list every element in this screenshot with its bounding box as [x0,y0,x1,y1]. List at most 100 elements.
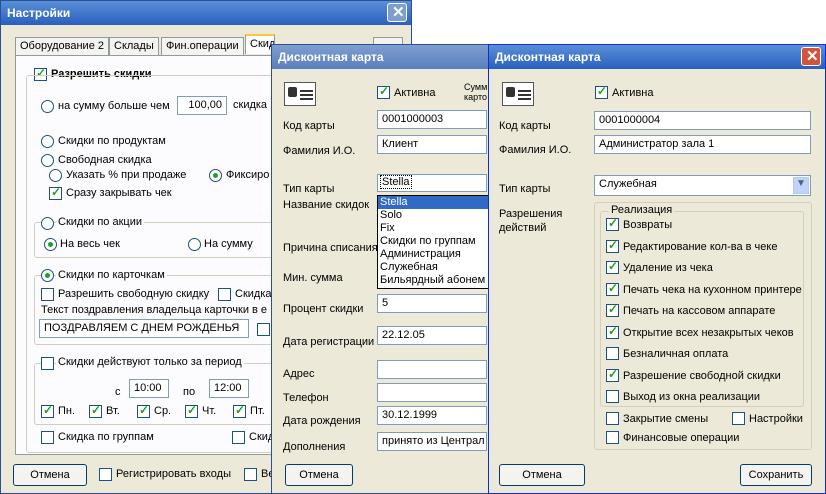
card-discount-checkbox[interactable] [218,288,231,301]
settings-title: Настройки [7,6,71,20]
settings-cancel-button[interactable]: Отмена [13,464,87,486]
card2-save-button[interactable]: Сохранить [740,464,812,486]
card1-type-combo[interactable]: Stella [377,174,487,192]
period-checkbox[interactable] [41,357,54,370]
free-discount-label: Свободная скидка [58,154,152,166]
close-shift-checkbox[interactable] [606,412,619,425]
settings-perm-label: Настройки [749,413,803,425]
day-thu-label: Чт. [202,405,217,417]
card1-extra-input[interactable]: принято из Централ [377,432,487,451]
permission-checkbox[interactable] [606,324,619,339]
dropdown-option[interactable]: Служебная [378,261,488,274]
free-discount-radio[interactable] [41,154,54,167]
by-promo-radio[interactable] [41,217,54,230]
cut-bottom-checkbox[interactable] [244,468,257,481]
card2-name-input[interactable]: Администратор зала 1 [594,135,811,154]
by-products-radio[interactable] [41,135,54,148]
permission-checkbox[interactable] [606,259,619,274]
card1-name-input[interactable]: Клиент [377,135,487,154]
card1-type-label: Тип карты [283,183,335,195]
card2-active-checkbox[interactable] [595,84,608,99]
day-wed-checkbox[interactable] [137,403,150,418]
permission-checkbox[interactable] [606,281,619,296]
card1-sum-label: Сумм карто [464,82,488,102]
day-mon-label: Пн. [58,405,76,417]
day-tue-checkbox[interactable] [89,403,102,418]
tab-warehouses[interactable]: Склады [109,37,159,55]
on-sum-radio[interactable] [188,238,201,251]
dropdown-option[interactable]: Бильярдный абонем [378,274,488,287]
card1-phone-input[interactable] [377,383,487,402]
dropdown-option[interactable]: Fix [378,222,488,235]
register-entries-label: Регистрировать входы [116,468,232,480]
permission-checkbox[interactable] [606,367,619,382]
fin-ops-checkbox[interactable] [606,431,619,444]
card1-birth-input[interactable]: 30.12.1999 [377,406,487,425]
day-fri-checkbox[interactable] [233,403,246,418]
time-from-input[interactable]: 10:00 [129,379,169,398]
card1-percent-input[interactable]: 5 [377,294,487,313]
day-thu-checkbox[interactable] [185,403,198,418]
tab-fin-operations[interactable]: Фин.операции [161,37,244,55]
card2-code-input[interactable]: 0001000004 [594,111,811,130]
dropdown-option[interactable]: Stella [378,196,488,209]
fixed-label: Фиксиро [226,169,270,181]
settings-close-button[interactable]: ✕ [387,3,407,22]
card1-type-dropdown[interactable]: Stella Solo Fix Скидки по группам Админи… [377,195,489,289]
card-discount-label: Скидка [235,288,272,300]
allow-free-checkbox[interactable] [41,288,54,301]
by-products-label: Скидки по продуктам [58,135,166,147]
card1-cancel-button[interactable]: Отмена [285,464,353,486]
card1-code-input[interactable]: 0001000003 [377,110,487,129]
card1-extra-label: Дополнения [283,441,346,453]
card2-active-label: Активна [612,87,654,99]
dropdown-option[interactable]: Скидки по группам [378,235,488,248]
greeting-extra-checkbox[interactable] [257,323,270,336]
card1-titlebar[interactable]: Дисконтная карта [272,45,488,69]
card1-active-checkbox[interactable] [377,84,390,99]
by-groups-checkbox[interactable] [41,431,54,444]
permission-label: Выход из окна реализации [623,391,761,403]
by-cards-radio[interactable] [41,269,54,282]
sum-over-radio[interactable] [41,100,54,113]
card1-sum-line1: Сумм [464,82,488,92]
on-sum-label: На сумму [204,238,253,250]
chevron-down-icon[interactable]: ▼ [793,177,809,194]
greeting-input[interactable]: ПОЗДРАВЛЯЕМ С ДНЕМ РОЖДЕНЬЯ [39,319,249,338]
permission-checkbox[interactable] [606,347,619,360]
card1-type-value: Stella [380,175,412,189]
card1-birth-label: Дата рождения [283,415,361,427]
card2-type-combo[interactable]: Служебная ▼ [594,175,811,196]
card1-percent-label: Процент скидки [283,303,364,315]
whole-check-radio[interactable] [44,238,57,251]
cut-right-checkbox[interactable] [232,431,245,444]
register-entries-checkbox[interactable] [99,468,112,481]
dropdown-option[interactable]: Администрация [378,248,488,261]
permission-checkbox[interactable] [606,238,619,253]
card1-address-input[interactable] [377,360,487,379]
card2-type-label: Тип карты [499,183,551,195]
period-label: Скидки действуют только за период [56,356,244,368]
sum-over-input[interactable]: 100,00 [177,96,227,115]
dropdown-option[interactable]: Solo [378,209,488,222]
card1-minsum-label: Мин. сумма [283,272,343,284]
settings-titlebar[interactable]: Настройки ✕ [1,1,411,25]
settings-perm-checkbox[interactable] [732,412,745,425]
card2-titlebar[interactable]: Дисконтная карта ✕ [489,45,825,69]
close-check-label: Сразу закрывать чек [66,187,172,199]
close-check-checkbox[interactable] [49,185,62,200]
fixed-radio[interactable] [209,169,222,182]
time-to-input[interactable]: 12:00 [209,379,249,398]
card1-regdate-input[interactable]: 22.12.05 [377,326,487,345]
card1-code-label: Код карты [283,120,335,132]
tab-equipment2[interactable]: Оборудование 2 [15,37,109,55]
permission-checkbox[interactable] [606,216,619,231]
permission-checkbox[interactable] [606,390,619,403]
card-window-1: Дисконтная карта Активна Сумм карто Код … [271,44,489,494]
from-label: с [115,386,121,398]
day-mon-checkbox[interactable] [41,403,54,418]
permission-checkbox[interactable] [606,302,619,317]
card2-cancel-button[interactable]: Отмена [499,464,585,486]
percent-on-sale-radio[interactable] [49,169,62,182]
card2-close-button[interactable]: ✕ [801,47,821,66]
